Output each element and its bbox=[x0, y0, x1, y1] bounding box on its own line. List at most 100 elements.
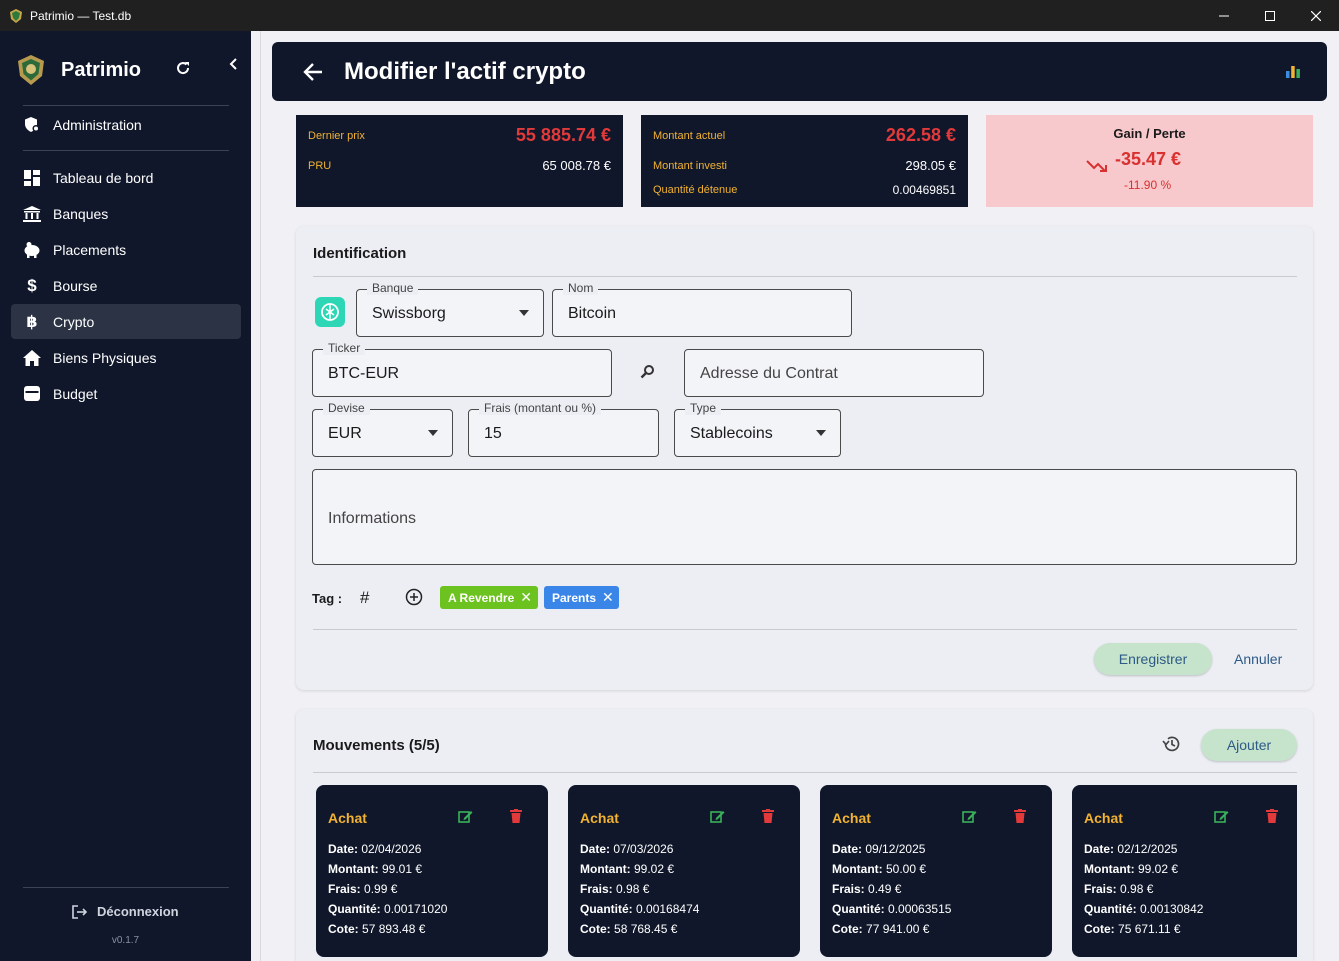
sidebar-item-dashboard[interactable]: Tableau de bord bbox=[11, 160, 241, 195]
pru-value: 65 008.78 € bbox=[542, 158, 611, 173]
movement-fees: 0.98 € bbox=[1120, 882, 1154, 896]
movement-fees: 0.49 € bbox=[868, 882, 902, 896]
type-label: Type bbox=[685, 401, 722, 415]
back-arrow-icon[interactable] bbox=[302, 62, 324, 81]
close-icon bbox=[1311, 10, 1321, 21]
movement-date: 02/04/2026 bbox=[361, 842, 422, 856]
sidebar-item-bourse[interactable]: $ Bourse bbox=[11, 268, 241, 303]
app-version: v0.1.7 bbox=[111, 935, 140, 946]
movement-quote: 75 671.11 € bbox=[1118, 922, 1181, 936]
brand-logo-icon bbox=[18, 55, 44, 85]
currency-value: EUR bbox=[328, 425, 362, 442]
name-input[interactable]: Nom Bitcoin bbox=[552, 281, 852, 337]
fees-input[interactable]: Frais (montant ou %) 15 bbox=[468, 401, 659, 457]
brand: Patrimio bbox=[14, 53, 141, 87]
cancel-button[interactable]: Annuler bbox=[1234, 651, 1282, 667]
movement-quote: 57 893.48 € bbox=[362, 922, 426, 936]
movement-quantity: 0.00168474 bbox=[636, 902, 700, 916]
tag-label: Tag : bbox=[312, 591, 343, 606]
sidebar-item-banks[interactable]: Banques bbox=[11, 196, 241, 231]
sidebar: Patrimio Administration Tableau de bord … bbox=[0, 31, 251, 961]
delete-icon[interactable] bbox=[1266, 809, 1278, 823]
sidebar-item-label: Placements bbox=[53, 241, 127, 258]
invested-amount-value: 298.05 € bbox=[905, 158, 956, 173]
amount-label: Montant: bbox=[580, 862, 631, 876]
fees-label: Frais: bbox=[832, 882, 865, 896]
logout-label: Déconnexion bbox=[97, 904, 179, 919]
amount-label: Montant: bbox=[832, 862, 883, 876]
gain-loss-card: Gain / Perte -35.47 € -11.90 % bbox=[986, 115, 1313, 207]
sidebar-item-placements[interactable]: Placements bbox=[11, 232, 241, 267]
movement-type: Achat bbox=[580, 810, 619, 826]
currency-select[interactable]: Devise EUR bbox=[312, 401, 453, 457]
contract-address-input[interactable]: Adresse du Contrat bbox=[684, 349, 984, 397]
fees-label: Frais: bbox=[328, 882, 361, 896]
add-movement-button[interactable]: Ajouter bbox=[1201, 729, 1297, 761]
amount-stat-card: Montant actuel 262.58 € Montant investi … bbox=[641, 115, 968, 207]
quantity-label: Quantité: bbox=[832, 902, 885, 916]
panel-divider bbox=[313, 772, 1297, 773]
add-tag-icon[interactable] bbox=[405, 588, 423, 606]
movement-date: 09/12/2025 bbox=[865, 842, 926, 856]
bar-chart-icon[interactable] bbox=[1285, 64, 1301, 78]
save-button[interactable]: Enregistrer bbox=[1094, 643, 1212, 675]
logout-button[interactable]: Déconnexion bbox=[72, 904, 179, 919]
sidebar-item-physical-goods[interactable]: Biens Physiques bbox=[11, 340, 241, 375]
wallet-icon bbox=[23, 385, 41, 403]
refresh-icon[interactable] bbox=[174, 59, 192, 77]
search-icon[interactable] bbox=[640, 364, 656, 380]
date-label: Date: bbox=[328, 842, 359, 856]
sidebar-item-crypto[interactable]: ฿ Crypto bbox=[11, 304, 241, 339]
informations-textarea[interactable]: Informations bbox=[312, 469, 1297, 565]
minimize-button[interactable] bbox=[1201, 0, 1247, 31]
date-label: Date: bbox=[1084, 842, 1115, 856]
movement-type: Achat bbox=[328, 810, 367, 826]
window-controls bbox=[1201, 0, 1339, 31]
quantity-label: Quantité: bbox=[328, 902, 381, 916]
panel-divider bbox=[313, 276, 1297, 277]
remove-tag-icon[interactable]: ✕ bbox=[602, 589, 614, 606]
tag-chip-label: Parents bbox=[552, 590, 597, 605]
sidebar-item-administration[interactable]: Administration bbox=[11, 107, 241, 142]
history-icon[interactable] bbox=[1162, 735, 1181, 753]
fees-value: 15 bbox=[484, 425, 502, 442]
collapse-sidebar-icon[interactable] bbox=[227, 57, 241, 71]
edit-icon[interactable] bbox=[710, 809, 725, 824]
pru-label: PRU bbox=[308, 159, 332, 172]
type-select[interactable]: Type Stablecoins bbox=[674, 401, 841, 457]
movement-type: Achat bbox=[1084, 810, 1123, 826]
delete-icon[interactable] bbox=[762, 809, 774, 823]
price-stat-card: Dernier prix 55 885.74 € PRU 65 008.78 € bbox=[296, 115, 623, 207]
hash-icon[interactable]: # bbox=[360, 588, 369, 608]
window-title: Patrimio — Test.db bbox=[30, 8, 132, 23]
sidebar-item-label: Biens Physiques bbox=[53, 349, 157, 366]
quantity-label: Quantité: bbox=[580, 902, 633, 916]
maximize-button[interactable] bbox=[1247, 0, 1293, 31]
bitcoin-icon: ฿ bbox=[26, 313, 38, 331]
movement-date: 07/03/2026 bbox=[613, 842, 674, 856]
quote-label: Cote: bbox=[1084, 922, 1115, 936]
chevron-down-icon bbox=[816, 430, 826, 436]
movements-title: Mouvements (5/5) bbox=[313, 737, 440, 754]
sidebar-item-label: Budget bbox=[53, 385, 98, 402]
ticker-label: Ticker bbox=[323, 341, 366, 355]
quantity-label: Quantité: bbox=[1084, 902, 1137, 916]
edit-icon[interactable] bbox=[962, 809, 977, 824]
edit-icon[interactable] bbox=[1214, 809, 1229, 824]
tag-chip[interactable]: A Revendre ✕ bbox=[440, 586, 538, 609]
movement-amount: 99.02 € bbox=[634, 862, 675, 876]
ticker-input[interactable]: Ticker BTC-EUR bbox=[312, 341, 612, 397]
movement-quantity: 0.00130842 bbox=[1140, 902, 1204, 916]
delete-icon[interactable] bbox=[510, 809, 522, 823]
remove-tag-icon[interactable]: ✕ bbox=[520, 589, 532, 606]
sidebar-item-budget[interactable]: Budget bbox=[11, 376, 241, 411]
tag-chip[interactable]: Parents ✕ bbox=[544, 586, 619, 609]
page-title: Modifier l'actif crypto bbox=[344, 57, 586, 85]
delete-icon[interactable] bbox=[1014, 809, 1026, 823]
contract-address-placeholder: Adresse du Contrat bbox=[700, 365, 838, 382]
bank-select[interactable]: Banque Swissborg bbox=[356, 281, 544, 337]
close-window-button[interactable] bbox=[1293, 0, 1339, 31]
movement-quote: 58 768.45 € bbox=[614, 922, 678, 936]
edit-icon[interactable] bbox=[458, 809, 473, 824]
movement-amount: 99.02 € bbox=[1138, 862, 1179, 876]
